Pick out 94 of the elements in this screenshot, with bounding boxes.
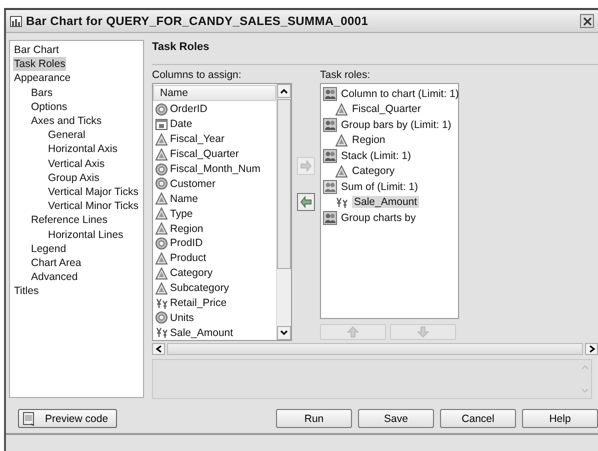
role-type-icon <box>323 118 337 132</box>
character-type-icon <box>155 266 168 280</box>
nav-item[interactable]: Options <box>30 100 68 114</box>
section-title: Task Roles <box>152 40 210 53</box>
arrow-down-icon <box>416 325 430 339</box>
scroll-up-icon[interactable] <box>277 84 291 98</box>
nav-item[interactable]: Axes and Ticks <box>30 114 103 128</box>
columns-label: Columns to assign: <box>152 69 242 83</box>
column-item[interactable]: Category <box>170 267 213 280</box>
nav-item[interactable]: Titles <box>13 284 40 299</box>
dialog-button[interactable]: Cancel <box>440 409 516 428</box>
columns-list[interactable]: Name OrderID Date Fiscal_Year Fiscal_Quarter Fiscal_Month_Num Customer Name Type Region ProdID Product Category Subcategory Retail_Price Units Sale_Amount <box>152 83 292 342</box>
nav-item[interactable]: Horizontal Axis <box>47 142 118 157</box>
nav-item[interactable]: Appearance <box>13 71 72 86</box>
nav-item[interactable]: General <box>47 128 86 142</box>
character-type-icon <box>155 132 168 146</box>
role-item[interactable]: Group charts by <box>341 212 416 224</box>
character-type-icon <box>155 222 168 236</box>
column-header[interactable]: Name <box>153 85 276 101</box>
close-icon[interactable] <box>580 14 594 28</box>
nav-item[interactable]: Chart Area <box>30 256 82 270</box>
column-item[interactable]: Name <box>170 192 198 205</box>
nav-item[interactable]: Reference Lines <box>30 213 108 228</box>
assigned-column[interactable]: Sale_Amount <box>352 196 420 208</box>
assigned-column[interactable]: Fiscal_Quarter <box>352 103 421 116</box>
character-type-icon <box>155 282 168 295</box>
character-type-icon <box>335 164 348 178</box>
role-item[interactable]: Stack (Limit: 1) <box>341 150 412 162</box>
currency-type-icon <box>155 326 168 340</box>
character-type-icon <box>335 134 348 147</box>
role-item[interactable]: Sum of (Limit: 1) <box>341 180 418 193</box>
nav-item[interactable]: Horizontal Lines <box>47 228 124 242</box>
numeric-type-icon <box>155 236 168 250</box>
currency-type-icon <box>155 296 168 310</box>
numeric-type-icon <box>155 311 168 324</box>
column-item[interactable]: ProdID <box>170 237 203 250</box>
nav-item[interactable]: Advanced <box>30 270 79 284</box>
arrow-right-icon <box>299 159 313 173</box>
role-item[interactable]: Column to chart (Limit: 1) <box>341 88 459 100</box>
column-item[interactable]: Sale_Amount <box>170 326 234 339</box>
nav-item[interactable]: Group Axis <box>47 170 100 186</box>
roles-label: Task roles: <box>320 69 370 83</box>
assigned-column[interactable]: Region <box>352 134 386 146</box>
numeric-type-icon <box>155 177 168 190</box>
remove-button[interactable] <box>297 193 315 211</box>
dialog-button[interactable]: Help <box>522 409 598 428</box>
column-item[interactable]: Units <box>170 312 194 324</box>
column-item[interactable]: Retail_Price <box>170 297 227 310</box>
dialog-button[interactable]: Save <box>358 409 434 428</box>
nav-item[interactable]: Bars <box>30 86 54 100</box>
window-title: Bar Chart for QUERY_FOR_CANDY_SALES_SUMMA_0001 <box>26 14 368 28</box>
nav-item[interactable]: Legend <box>30 242 68 256</box>
date-type-icon <box>155 118 168 131</box>
column-item[interactable]: Subcategory <box>170 282 229 294</box>
nav-item[interactable]: Vertical Axis <box>47 156 106 171</box>
role-type-icon <box>323 210 337 225</box>
role-type-icon <box>323 86 337 101</box>
column-item[interactable]: OrderID <box>170 103 208 116</box>
analysis-type-icon <box>323 180 337 194</box>
document-icon <box>23 412 35 426</box>
numeric-type-icon <box>155 162 168 176</box>
assigned-column[interactable]: Category <box>352 165 395 178</box>
column-item[interactable]: Customer <box>170 178 216 190</box>
chart-icon <box>10 16 22 26</box>
nav-item[interactable]: Vertical Minor Ticks <box>47 199 140 214</box>
scroll-down-icon[interactable] <box>277 326 291 340</box>
scroll-right-icon[interactable] <box>585 343 598 356</box>
nav-item[interactable]: Task Roles <box>13 57 66 72</box>
column-item[interactable]: Fiscal_Year <box>170 133 224 146</box>
arrow-left-icon <box>299 195 313 209</box>
horizontal-scrollbar[interactable] <box>152 343 598 356</box>
column-item[interactable]: Product <box>170 252 206 264</box>
scroll-left-icon[interactable] <box>152 343 165 356</box>
nav-item[interactable]: Vertical Major Ticks <box>47 185 140 200</box>
character-type-icon <box>155 148 168 161</box>
nav-item[interactable]: Bar Chart <box>13 43 60 58</box>
column-item[interactable]: Fiscal_Quarter <box>170 148 239 160</box>
role-item[interactable]: Group bars by (Limit: 1) <box>341 118 452 131</box>
column-item[interactable]: Date <box>170 118 192 130</box>
currency-type-icon <box>335 196 348 209</box>
column-item[interactable]: Type <box>170 208 193 220</box>
role-type-icon <box>323 148 337 163</box>
scrollbar-thumb[interactable] <box>277 99 291 269</box>
character-type-icon <box>155 252 168 265</box>
character-type-icon <box>155 207 168 220</box>
arrow-up-icon <box>346 325 360 339</box>
preview-code-button[interactable]: Preview code <box>18 409 117 428</box>
roles-tree[interactable]: Column to chart (Limit: 1) Fiscal_Quarter Group bars by (Limit: 1) Region Stack (Limit: 1) Category Sum of (Limit: 1) Sale_Amount Group charts by <box>320 83 459 319</box>
dialog-button[interactable]: Run <box>276 409 352 428</box>
numeric-type-icon <box>155 102 168 116</box>
character-type-icon <box>335 102 348 116</box>
character-type-icon <box>155 192 168 206</box>
column-item[interactable]: Region <box>170 222 204 235</box>
column-item[interactable]: Fiscal_Month_Num <box>170 163 260 175</box>
